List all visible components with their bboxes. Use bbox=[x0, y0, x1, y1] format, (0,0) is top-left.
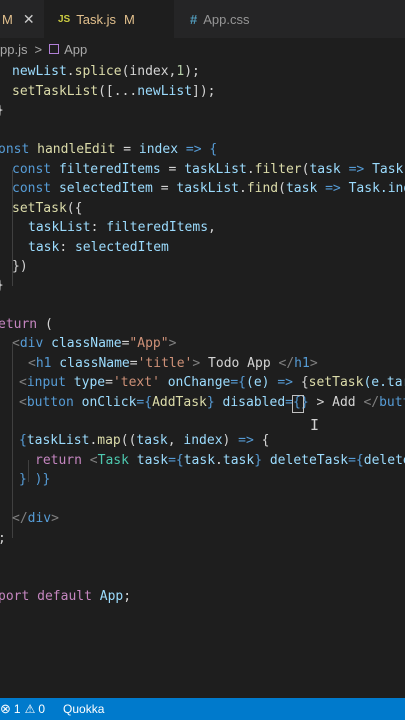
code-line: }) bbox=[12, 259, 28, 274]
css-file-icon: # bbox=[190, 11, 198, 27]
code-line: return <Task task={task.task} deleteTask… bbox=[35, 453, 405, 468]
code-line: <h1 className='title'> Todo App </h1> bbox=[28, 356, 318, 371]
code-line: <button onClick={AddTask} disabled={} > … bbox=[19, 395, 405, 410]
code-line: } )} bbox=[19, 472, 51, 487]
warning-count[interactable]: 0 bbox=[38, 702, 45, 716]
tab-modified-indicator: M bbox=[2, 11, 13, 27]
tab-app-css[interactable]: # App.css bbox=[190, 0, 249, 38]
status-bar: ⊗ 1 ⚠ 0 Quokka bbox=[0, 698, 405, 720]
code-line: eturn ( bbox=[0, 317, 53, 332]
mouse-ibeam-icon: I bbox=[310, 416, 320, 434]
close-icon[interactable]: ✕ bbox=[23, 11, 35, 28]
breadcrumb: pp.js > App bbox=[0, 38, 405, 60]
code-line: } bbox=[0, 101, 4, 120]
code-line: setTaskList([...newList]); bbox=[12, 84, 216, 99]
quokka-status[interactable]: Quokka bbox=[63, 702, 104, 716]
breadcrumb-file[interactable]: pp.js bbox=[0, 42, 27, 57]
code-line: onst handleEdit = index => { bbox=[0, 142, 218, 157]
editor-tab-bar: M ✕ JS Task.js M # App.css bbox=[0, 0, 405, 39]
code-line: task: selectedItem bbox=[28, 240, 169, 255]
code-line: const selectedItem = taskList.find(task … bbox=[12, 181, 405, 196]
code-line: newList.splice(index,1); bbox=[12, 64, 200, 79]
symbol-cube-icon bbox=[49, 44, 60, 54]
tab-task-js[interactable]: JS Task.js M bbox=[44, 0, 174, 38]
text-cursor-selection bbox=[292, 395, 304, 413]
code-line: </div> bbox=[12, 511, 59, 526]
code-line: taskList: filteredItems, bbox=[28, 220, 216, 235]
javascript-file-icon: JS bbox=[58, 13, 71, 25]
code-line: ; bbox=[0, 529, 6, 548]
code-line: {taskList.map((task, index) => { bbox=[19, 433, 270, 448]
code-line: } bbox=[0, 276, 4, 295]
tab-previous-file[interactable]: M ✕ bbox=[2, 0, 35, 38]
warning-icon[interactable]: ⚠ bbox=[25, 702, 36, 716]
error-icon[interactable]: ⊗ bbox=[0, 701, 11, 717]
code-line: <input type='text' onChange={(e) => {set… bbox=[19, 375, 405, 390]
code-line: port default App; bbox=[0, 589, 132, 604]
breadcrumb-separator: > bbox=[34, 41, 43, 57]
code-line: setTask({ bbox=[12, 201, 83, 216]
tab-modified-indicator: M bbox=[123, 11, 135, 27]
code-line: <div className="App"> bbox=[12, 336, 177, 351]
tab-label: Task.js bbox=[76, 11, 116, 27]
tab-label: App.css bbox=[203, 11, 250, 27]
code-line: const filteredItems = taskList.filter(ta… bbox=[12, 162, 405, 177]
error-count[interactable]: 1 bbox=[14, 702, 21, 716]
breadcrumb-symbol[interactable]: App bbox=[64, 42, 87, 57]
code-editor[interactable]: newList.splice(index,1); setTaskList([..… bbox=[0, 62, 405, 698]
